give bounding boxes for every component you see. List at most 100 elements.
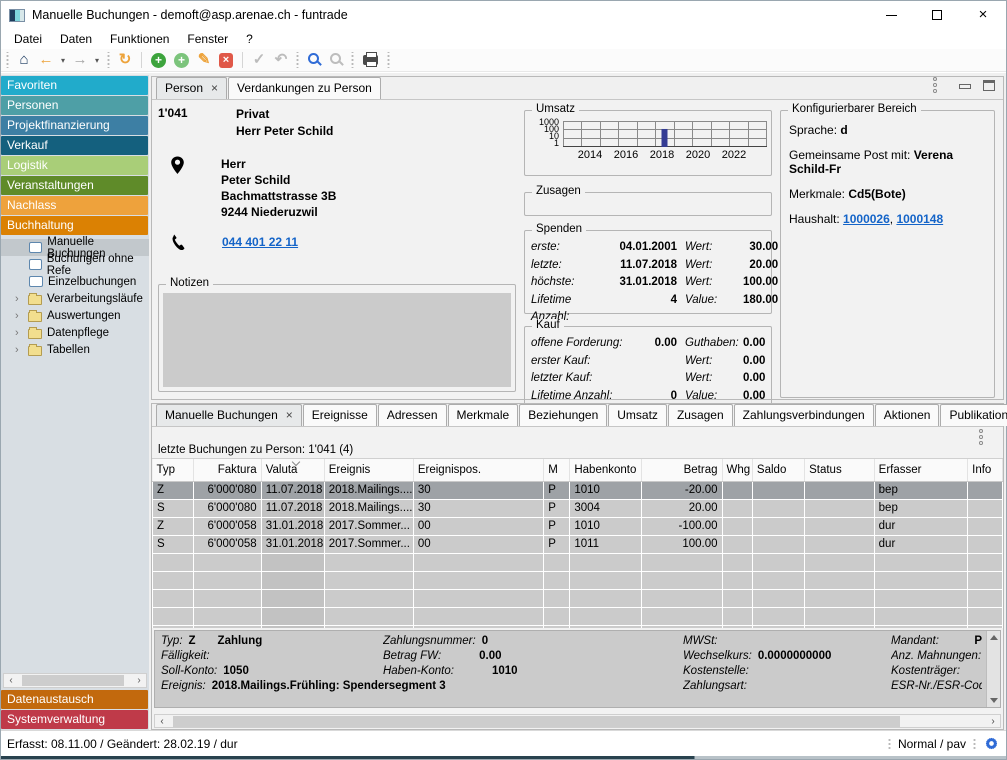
expand-icon[interactable]: › bbox=[15, 327, 25, 339]
menu-item-funktionen[interactable]: Funktionen bbox=[101, 30, 178, 48]
menu-item-help[interactable]: ? bbox=[237, 30, 262, 48]
tree-item-einzelbuchungen[interactable]: Einzelbuchungen bbox=[1, 273, 149, 290]
column-header-betrag[interactable]: Betrag bbox=[642, 459, 722, 481]
edit-icon[interactable]: ✎ bbox=[194, 50, 214, 70]
bookings-tab-adressen[interactable]: Adressen bbox=[378, 404, 447, 426]
delete-icon[interactable]: × bbox=[219, 53, 233, 68]
scroll-down-icon[interactable] bbox=[990, 698, 998, 703]
maximize-button[interactable] bbox=[914, 1, 960, 29]
column-header-faktura[interactable]: Faktura bbox=[194, 459, 261, 481]
table-row-empty[interactable] bbox=[153, 571, 1003, 589]
bookings-tab-merkmale[interactable]: Merkmale bbox=[448, 404, 519, 426]
cell-ereignispos.: 30 bbox=[413, 481, 543, 499]
scroll-thumb[interactable] bbox=[173, 716, 900, 727]
sidebar-section-systemverwaltung[interactable]: Systemverwaltung bbox=[1, 710, 148, 729]
bookings-options-icon[interactable] bbox=[979, 429, 983, 433]
scroll-left-icon[interactable]: ‹ bbox=[155, 716, 169, 727]
scroll-thumb[interactable] bbox=[22, 675, 124, 686]
sidebar-section-buchhaltung[interactable]: Buchhaltung bbox=[1, 216, 148, 235]
scroll-right-icon[interactable]: › bbox=[986, 716, 1000, 727]
column-header-erfasser[interactable]: Erfasser bbox=[874, 459, 967, 481]
tree-item-auswertungen[interactable]: ›Auswertungen bbox=[1, 307, 149, 324]
undo-icon[interactable]: ↶ bbox=[271, 50, 291, 70]
bookings-tab-zusagen[interactable]: Zusagen bbox=[668, 404, 733, 426]
home-icon[interactable]: ⌂ bbox=[14, 50, 34, 70]
table-row-empty[interactable] bbox=[153, 625, 1003, 628]
column-header-valuta[interactable]: Valuta bbox=[261, 459, 324, 481]
table-row[interactable]: Z6'000'05831.01.20182017.Sommer...00P101… bbox=[153, 517, 1003, 535]
tree-item-datenpflege[interactable]: ›Datenpflege bbox=[1, 324, 149, 341]
table-row-empty[interactable] bbox=[153, 589, 1003, 607]
column-header-saldo[interactable]: Saldo bbox=[752, 459, 804, 481]
close-button[interactable]: × bbox=[960, 1, 1006, 29]
minimize-button[interactable] bbox=[868, 1, 914, 29]
sidebar-scrollbar[interactable]: ‹ › bbox=[3, 673, 147, 688]
tree-item-buchungen-ohne-refe[interactable]: Buchungen ohne Refe bbox=[1, 256, 149, 273]
tree-item-tabellen[interactable]: ›Tabellen bbox=[1, 341, 149, 358]
panel-maximize-button[interactable] bbox=[983, 80, 995, 91]
sidebar-section-datenaustausch[interactable]: Datenaustausch bbox=[1, 690, 148, 709]
sidebar-section-nachlass[interactable]: Nachlass bbox=[1, 196, 148, 215]
bookings-tab-ereignisse[interactable]: Ereignisse bbox=[303, 404, 377, 426]
bookings-tab-zahlungsverbindungen[interactable]: Zahlungsverbindungen bbox=[734, 404, 874, 426]
column-header-status[interactable]: Status bbox=[805, 459, 875, 481]
haushalt-link[interactable]: 1000026 bbox=[843, 212, 890, 226]
notes-textarea[interactable] bbox=[163, 293, 511, 387]
sidebar-section-personen[interactable]: Personen bbox=[1, 96, 148, 115]
confirm-icon[interactable]: ✓ bbox=[249, 50, 269, 70]
expand-icon[interactable]: › bbox=[15, 344, 25, 356]
settings-gear-icon[interactable] bbox=[983, 735, 1000, 752]
forward-dropdown-icon[interactable]: ▾ bbox=[92, 56, 102, 65]
scroll-right-icon[interactable]: › bbox=[132, 675, 146, 686]
scroll-left-icon[interactable]: ‹ bbox=[4, 675, 18, 686]
column-header-ereignis[interactable]: Ereignis bbox=[324, 459, 413, 481]
table-row[interactable]: S6'000'08011.07.20182018.Mailings....30P… bbox=[153, 499, 1003, 517]
bookings-tab-umsatz[interactable]: Umsatz bbox=[608, 404, 667, 426]
expand-icon[interactable]: › bbox=[15, 310, 25, 322]
column-header-m[interactable]: M bbox=[544, 459, 570, 481]
menu-item-fenster[interactable]: Fenster bbox=[178, 30, 237, 48]
table-row-empty[interactable] bbox=[153, 607, 1003, 625]
sidebar-section-projektfinanzierung[interactable]: Projektfinanzierung bbox=[1, 116, 148, 135]
menu-item-datei[interactable]: Datei bbox=[5, 30, 51, 48]
bookings-hscrollbar[interactable]: ‹ › bbox=[154, 714, 1001, 728]
bookings-tab-aktionen[interactable]: Aktionen bbox=[875, 404, 940, 426]
phone-link[interactable]: 044 401 22 11 bbox=[222, 235, 298, 249]
person-tab-verdankungen-zu-person[interactable]: Verdankungen zu Person bbox=[228, 77, 381, 99]
table-row-empty[interactable] bbox=[153, 553, 1003, 571]
table-row[interactable]: Z6'000'08011.07.20182018.Mailings....30P… bbox=[153, 481, 1003, 499]
haushalt-link[interactable]: 1000148 bbox=[896, 212, 943, 226]
add-icon[interactable]: + bbox=[151, 53, 166, 68]
column-header-typ[interactable]: Typ bbox=[153, 459, 194, 481]
tab-close-icon[interactable]: × bbox=[286, 408, 293, 422]
sidebar-section-favoriten[interactable]: Favoriten bbox=[1, 76, 148, 95]
bookings-tab-manuelle-buchungen[interactable]: Manuelle Buchungen× bbox=[156, 404, 302, 426]
panel-minimize-button[interactable] bbox=[959, 84, 971, 89]
tab-close-icon[interactable]: × bbox=[211, 81, 218, 95]
details-scrollbar[interactable] bbox=[986, 631, 1000, 707]
panel-options-icon[interactable] bbox=[933, 77, 937, 81]
tree-item-verarbeitungsläufe[interactable]: ›Verarbeitungsläufe bbox=[1, 290, 149, 307]
scroll-up-icon[interactable] bbox=[990, 635, 998, 640]
back-dropdown-icon[interactable]: ▾ bbox=[58, 56, 68, 65]
search-secondary-icon[interactable] bbox=[330, 53, 341, 64]
column-header-ereignispos-[interactable]: Ereignispos. bbox=[413, 459, 543, 481]
sidebar-section-verkauf[interactable]: Verkauf bbox=[1, 136, 148, 155]
column-header-whg[interactable]: Whg bbox=[722, 459, 752, 481]
bookings-tab-beziehungen[interactable]: Beziehungen bbox=[519, 404, 607, 426]
add-copy-icon[interactable]: + bbox=[174, 53, 189, 68]
column-header-habenkonto[interactable]: Habenkonto bbox=[570, 459, 642, 481]
print-icon[interactable] bbox=[363, 55, 378, 65]
sidebar-section-veranstaltungen[interactable]: Veranstaltungen bbox=[1, 176, 148, 195]
back-icon[interactable]: ← bbox=[36, 50, 56, 70]
expand-icon[interactable]: › bbox=[15, 293, 25, 305]
bookings-tab-publikationen[interactable]: Publikationen bbox=[940, 404, 1007, 426]
column-header-info[interactable]: Info bbox=[968, 459, 1003, 481]
forward-icon[interactable]: → bbox=[70, 50, 90, 70]
refresh-icon[interactable]: ↻ bbox=[115, 50, 135, 70]
menu-item-daten[interactable]: Daten bbox=[51, 30, 101, 48]
person-tab-person[interactable]: Person× bbox=[156, 77, 227, 99]
table-row[interactable]: S6'000'05831.01.20182017.Sommer...00P101… bbox=[153, 535, 1003, 553]
sidebar-section-logistik[interactable]: Logistik bbox=[1, 156, 148, 175]
search-icon[interactable] bbox=[308, 53, 319, 64]
